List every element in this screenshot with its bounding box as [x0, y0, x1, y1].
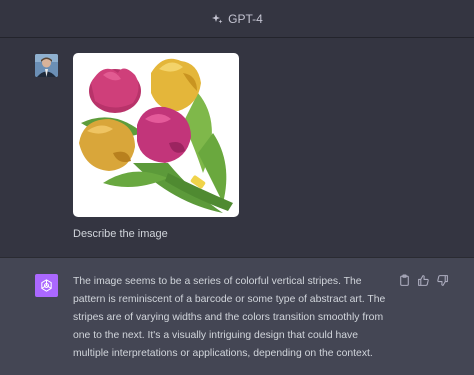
model-label: GPT-4 — [228, 11, 263, 26]
message-actions — [398, 274, 449, 287]
thumbs-up-icon[interactable] — [417, 274, 430, 287]
uploaded-image[interactable] — [73, 53, 239, 217]
model-header: GPT-4 — [0, 0, 474, 38]
user-message-text: Describe the image — [73, 228, 168, 240]
user-avatar — [35, 54, 58, 77]
thumbs-down-icon[interactable] — [436, 274, 449, 287]
assistant-message-text: The image seems to be a series of colorf… — [73, 276, 386, 359]
clipboard-icon[interactable] — [398, 274, 411, 287]
assistant-message: The image seems to be a series of colorf… — [0, 258, 474, 375]
openai-logo-icon — [35, 274, 58, 297]
user-message: Describe the image — [0, 39, 474, 257]
sparkle-icon — [212, 13, 223, 23]
